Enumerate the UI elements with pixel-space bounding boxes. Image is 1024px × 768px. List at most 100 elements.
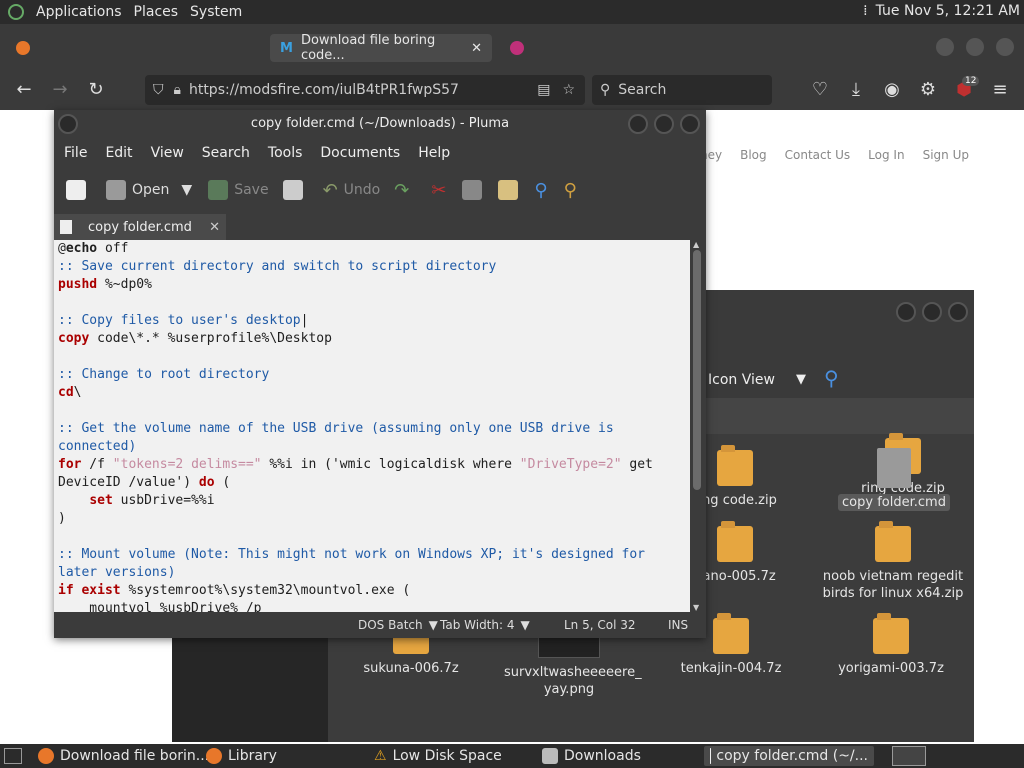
open-dropdown-icon[interactable]: ▼: [181, 182, 192, 198]
browser-tab-active[interactable]: M Download file boring code... ✕: [270, 33, 492, 63]
pluma-maximize-button[interactable]: [654, 114, 674, 134]
paste-button[interactable]: [498, 180, 519, 200]
file-name: yorigami-003.7z: [838, 661, 944, 676]
file-item-selected[interactable]: copy folder.cmd: [824, 448, 964, 511]
search-placeholder: Search: [618, 82, 667, 98]
pluma-titlebar: copy folder.cmd (~/Downloads) - Pluma: [250, 116, 510, 131]
clock[interactable]: ⁞ Tue Nov 5, 12:21 AM: [863, 3, 1020, 19]
file-item[interactable]: noob vietnam regedit birds for linux x64…: [818, 521, 968, 602]
firefox-favicon-icon: [16, 41, 30, 55]
tab-width-selector[interactable]: Tab Width: 4 ▼: [440, 618, 530, 632]
taskbar-item-pluma[interactable]: copy folder.cmd (~/...: [704, 746, 874, 766]
tab-close-icon[interactable]: ✕: [209, 220, 220, 235]
shield-icon[interactable]: ⛉: [153, 82, 164, 98]
print-button[interactable]: [282, 180, 303, 200]
document-tab[interactable]: copy folder.cmd ✕: [54, 214, 226, 240]
fm-pathbar: [702, 398, 974, 434]
pluma-minimize-button[interactable]: [628, 114, 648, 134]
menu-edit[interactable]: Edit: [105, 145, 132, 161]
minimize-button[interactable]: [936, 38, 954, 56]
menu-tools[interactable]: Tools: [268, 145, 303, 161]
url-text[interactable]: https://modsfire.com/iulB4tPR1fwpS57: [189, 82, 459, 98]
modsfire-favicon-icon: M: [280, 40, 293, 56]
cut-icon: ✂: [431, 179, 447, 201]
scrollbar-thumb[interactable]: [693, 250, 701, 490]
browser-tab-3[interactable]: [500, 34, 586, 62]
text-editor[interactable]: @echo off :: Save current directory and …: [54, 240, 690, 612]
site-link-blog[interactable]: Blog: [740, 148, 767, 162]
open-button[interactable]: Open ▼: [106, 180, 192, 200]
print-icon: [282, 180, 303, 200]
redo-button[interactable]: ↷: [394, 180, 409, 201]
taskbar-item-downloads[interactable]: Downloads: [536, 746, 647, 766]
maximize-button[interactable]: [966, 38, 984, 56]
code-text[interactable]: @echo off :: Save current directory and …: [58, 240, 686, 612]
bookmark-star-icon[interactable]: ☆: [562, 82, 575, 98]
account-icon[interactable]: ◉: [880, 78, 904, 102]
site-link-signup[interactable]: Sign Up: [923, 148, 969, 162]
applications-menu[interactable]: Applications: [36, 4, 122, 20]
replace-button[interactable]: ⚲: [564, 180, 577, 201]
pluma-close-button[interactable]: [680, 114, 700, 134]
show-desktop-icon[interactable]: [4, 748, 22, 764]
hamburger-menu-icon[interactable]: ≡: [988, 78, 1012, 102]
taskbar-label: Download file borin...: [60, 748, 210, 764]
fm-close-button[interactable]: [948, 302, 968, 322]
tab-close-icon[interactable]: ✕: [471, 41, 482, 56]
file-item[interactable]: yorigami-003.7z: [826, 613, 956, 677]
menu-file[interactable]: File: [64, 145, 87, 161]
reload-icon[interactable]: ↻: [84, 78, 108, 102]
taskbar-label: Downloads: [564, 748, 641, 764]
taskbar-item-firefox[interactable]: Download file borin...: [32, 746, 215, 766]
taskbar-item-low-disk[interactable]: ⚠ Low Disk Space: [368, 746, 508, 766]
view-mode-dropdown-icon[interactable]: ▼: [796, 372, 806, 387]
mate-logo-icon[interactable]: [8, 4, 24, 20]
find-button[interactable]: ⚲: [534, 180, 547, 201]
menu-documents[interactable]: Documents: [320, 145, 400, 161]
cut-button[interactable]: ✂: [431, 180, 446, 201]
view-mode-label[interactable]: Icon View: [708, 372, 775, 388]
document-tab-label: copy folder.cmd: [88, 219, 192, 235]
save-label: Save: [234, 182, 269, 198]
new-document-icon: [66, 180, 86, 200]
tab-width-label: Tab Width: 4: [440, 618, 515, 632]
browser-tab-1[interactable]: [6, 34, 262, 62]
back-icon[interactable]: ←: [12, 78, 36, 102]
pluma-window: copy folder.cmd (~/Downloads) - Pluma Fi…: [54, 110, 706, 638]
places-menu[interactable]: Places: [134, 4, 179, 20]
pluma-menubar: File Edit View Search Tools Documents He…: [54, 140, 706, 166]
pocket-icon[interactable]: ♡: [808, 78, 832, 102]
editor-scrollbar[interactable]: ▲ ▼: [690, 240, 706, 612]
scroll-down-icon[interactable]: ▼: [693, 603, 699, 612]
search-bar[interactable]: ⚲ Search: [592, 75, 772, 105]
system-menu[interactable]: System: [190, 4, 242, 20]
file-name: nano-005.7z: [694, 569, 776, 584]
copy-button[interactable]: [462, 180, 483, 200]
browser-tab-title: Download file boring code...: [300, 33, 436, 63]
lock-icon[interactable]: 🔒︎: [174, 82, 181, 98]
reader-view-icon[interactable]: ▤: [537, 82, 550, 98]
menu-help[interactable]: Help: [418, 145, 450, 161]
site-link-contact[interactable]: Contact Us: [785, 148, 851, 162]
folder-icon: [542, 748, 558, 764]
extensions-icon[interactable]: ⚙: [916, 78, 940, 102]
downloads-icon[interactable]: ⤓: [844, 78, 868, 102]
taskbar-item-library[interactable]: Library: [200, 746, 283, 766]
menu-search[interactable]: Search: [202, 145, 250, 161]
fm-minimize-button[interactable]: [896, 302, 916, 322]
undo-button[interactable]: ↶ Undo: [323, 180, 381, 201]
forward-icon[interactable]: →: [48, 78, 72, 102]
syntax-selector[interactable]: DOS Batch ▼: [358, 618, 438, 632]
scroll-up-icon[interactable]: ▲: [693, 240, 699, 249]
url-bar[interactable]: ⛉ 🔒︎ https://modsfire.com/iulB4tPR1fwpS5…: [145, 75, 585, 105]
menu-view[interactable]: View: [151, 145, 184, 161]
workspace-switcher-icon[interactable]: [892, 746, 926, 766]
save-button[interactable]: Save: [208, 180, 269, 200]
file-item[interactable]: survxltwasheeeeere_ yay.png: [504, 636, 642, 698]
site-link-login[interactable]: Log In: [868, 148, 904, 162]
fm-maximize-button[interactable]: [922, 302, 942, 322]
zoom-search-icon[interactable]: ⚲: [824, 366, 839, 390]
new-document-button[interactable]: [66, 180, 86, 200]
close-button[interactable]: [996, 38, 1014, 56]
site-nav: ney Blog Contact Us Log In Sign Up: [700, 148, 969, 162]
